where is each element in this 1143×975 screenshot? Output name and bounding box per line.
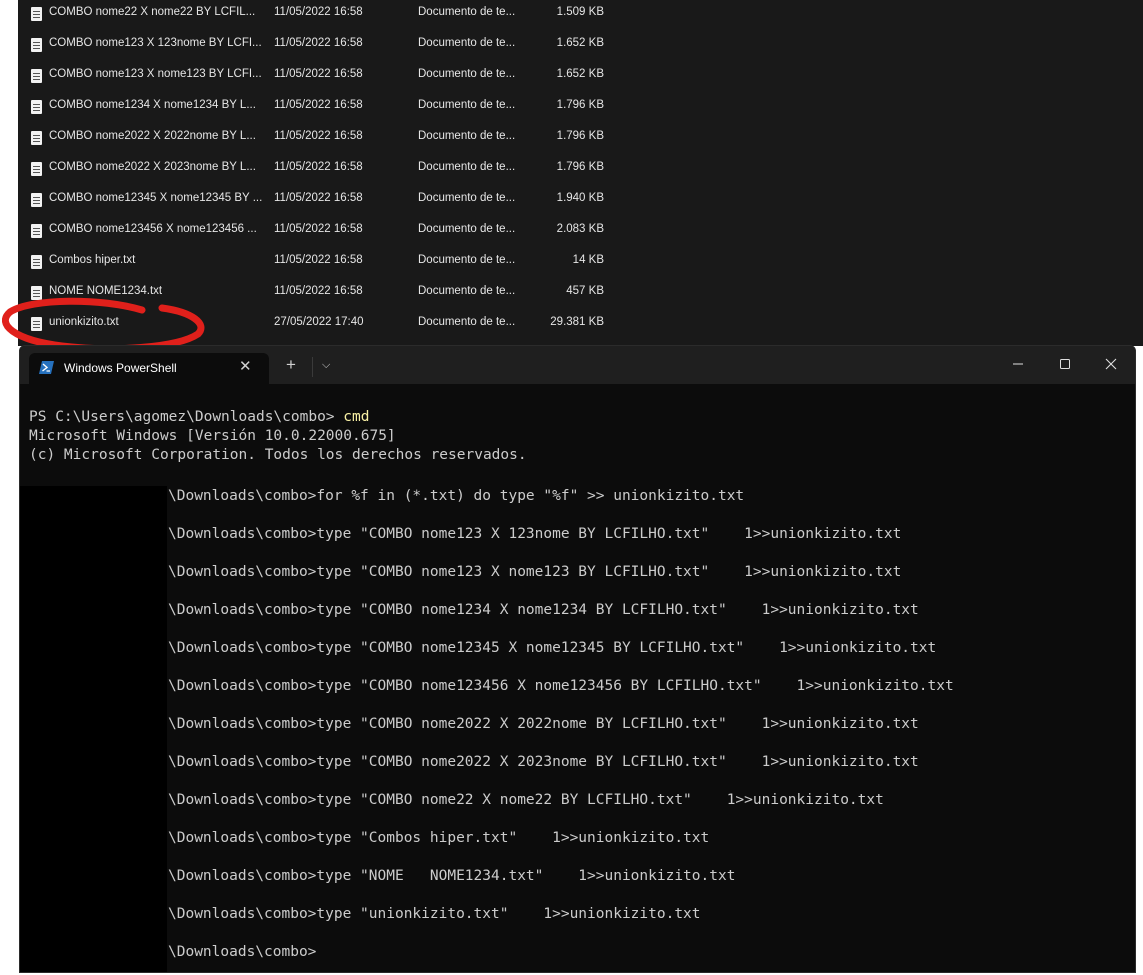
- banner-line-1: Microsoft Windows [Versión 10.0.22000.67…: [29, 428, 396, 444]
- file-name: COMBO nome123 X 123nome BY LCFI...: [49, 37, 262, 49]
- file-size: 1.509 KB: [556, 6, 604, 18]
- file-date: 11/05/2022 16:58: [274, 161, 363, 173]
- file-name: Combos hiper.txt: [49, 254, 136, 266]
- file-date: 11/05/2022 16:58: [274, 130, 363, 142]
- text-file-icon: [31, 317, 42, 331]
- file-size: 1.652 KB: [556, 68, 604, 80]
- maximize-button[interactable]: [1050, 353, 1080, 375]
- file-date: 11/05/2022 16:58: [274, 99, 363, 111]
- redacted-block: [20, 486, 167, 972]
- file-date: 11/05/2022 16:58: [274, 68, 363, 80]
- file-size: 2.083 KB: [556, 223, 604, 235]
- file-row[interactable]: COMBO nome2022 X 2022nome BY L... 11/05/2…: [18, 124, 1143, 155]
- text-file-icon: [31, 38, 42, 52]
- powershell-icon: [39, 361, 54, 374]
- console-line: \Downloads\combo>type "COMBO nome12345 X…: [168, 640, 937, 656]
- file-row[interactable]: COMBO nome22 X nome22 BY LCFIL... 11/05/2…: [18, 0, 1143, 31]
- file-name: COMBO nome1234 X nome1234 BY L...: [49, 99, 256, 111]
- text-file-icon: [31, 69, 42, 83]
- file-type: Documento de te...: [418, 130, 516, 142]
- console-line: \Downloads\combo>for %f in (*.txt) do ty…: [168, 488, 745, 504]
- console-line: \Downloads\combo>: [168, 944, 317, 960]
- first-command: cmd: [343, 409, 370, 425]
- file-name: COMBO nome123456 X nome123456 ...: [49, 223, 257, 235]
- console-line: \Downloads\combo>type "NOME NOME1234.txt…: [168, 868, 736, 884]
- console-line: \Downloads\combo>type "COMBO nome22 X no…: [168, 792, 884, 808]
- console-line: \Downloads\combo>type "COMBO nome2022 X …: [168, 754, 919, 770]
- file-size: 1.796 KB: [556, 161, 604, 173]
- file-row[interactable]: COMBO nome123 X nome123 BY LCFI... 11/05/…: [18, 62, 1143, 93]
- text-file-icon: [31, 255, 42, 269]
- file-row[interactable]: unionkizito.txt 27/05/2022 17:40 Documento…: [18, 310, 1143, 341]
- file-size: 29.381 KB: [550, 316, 604, 328]
- console-line: \Downloads\combo>type "COMBO nome123 X n…: [168, 564, 902, 580]
- file-row[interactable]: Combos hiper.txt 11/05/2022 16:58 Document…: [18, 248, 1143, 279]
- file-date: 11/05/2022 16:58: [274, 223, 363, 235]
- console-line: \Downloads\combo>type "unionkizito.txt" …: [168, 906, 701, 922]
- file-date: 11/05/2022 16:58: [274, 192, 363, 204]
- file-name: unionkizito.txt: [49, 316, 119, 328]
- file-explorer-list: COMBO nome22 X nome22 BY LCFIL... 11/05/2…: [18, 0, 1143, 346]
- file-date: 11/05/2022 16:58: [274, 6, 363, 18]
- file-type: Documento de te...: [418, 285, 516, 297]
- ps-prompt: PS C:\Users\agomez\Downloads\combo>: [29, 409, 344, 425]
- file-size: 1.652 KB: [556, 37, 604, 49]
- tab-title: Windows PowerShell: [64, 361, 177, 375]
- file-size: 1.940 KB: [556, 192, 604, 204]
- file-row[interactable]: COMBO nome123456 X nome123456 ... 11/05/2…: [18, 217, 1143, 248]
- console-line: \Downloads\combo>type "Combos hiper.txt"…: [168, 830, 710, 846]
- text-file-icon: [31, 100, 42, 114]
- console-header-text: PS C:\Users\agomez\Downloads\combo> cmd …: [29, 408, 527, 465]
- close-window-button[interactable]: [1096, 353, 1126, 375]
- file-name: COMBO nome22 X nome22 BY LCFIL...: [49, 6, 256, 18]
- text-file-icon: [31, 224, 42, 238]
- file-date: 11/05/2022 16:58: [274, 254, 363, 266]
- console-line: \Downloads\combo>type "COMBO nome123 X 1…: [168, 526, 902, 542]
- screenshot: COMBO nome22 X nome22 BY LCFIL... 11/05/2…: [0, 0, 1143, 975]
- file-type: Documento de te...: [418, 254, 516, 266]
- file-row[interactable]: NOME NOME1234.txt 11/05/2022 16:58 Documen…: [18, 279, 1143, 310]
- file-row[interactable]: COMBO nome1234 X nome1234 BY L... 11/05/2…: [18, 93, 1143, 124]
- file-date: 27/05/2022 17:40: [274, 316, 364, 328]
- file-type: Documento de te...: [418, 6, 516, 18]
- tab-windows-powershell[interactable]: Windows PowerShell ✕: [29, 353, 269, 384]
- text-file-icon: [31, 162, 42, 176]
- console-line: \Downloads\combo>type "COMBO nome123456 …: [168, 678, 954, 694]
- text-file-icon: [31, 193, 42, 207]
- console-line: \Downloads\combo>type "COMBO nome2022 X …: [168, 716, 919, 732]
- console-line: \Downloads\combo>type "COMBO nome1234 X …: [168, 602, 919, 618]
- file-date: 11/05/2022 16:58: [274, 37, 363, 49]
- file-name: COMBO nome12345 X nome12345 BY ...: [49, 192, 263, 204]
- file-type: Documento de te...: [418, 161, 516, 173]
- terminal-window: Windows PowerShell ✕ + ⌵ PS C:\Users\ago…: [19, 345, 1136, 973]
- file-name: COMBO nome2022 X 2022nome BY L...: [49, 130, 256, 142]
- file-size: 457 KB: [566, 285, 604, 297]
- minimize-button[interactable]: [1003, 353, 1033, 375]
- file-size: 1.796 KB: [556, 130, 604, 142]
- terminal-titlebar: Windows PowerShell ✕ + ⌵: [20, 346, 1135, 384]
- file-type: Documento de te...: [418, 316, 516, 328]
- file-type: Documento de te...: [418, 223, 516, 235]
- file-name: NOME NOME1234.txt: [49, 285, 163, 297]
- file-type: Documento de te...: [418, 99, 516, 111]
- close-tab-icon[interactable]: ✕: [239, 359, 252, 375]
- new-tab-button[interactable]: +: [286, 356, 296, 374]
- file-date: 11/05/2022 16:58: [274, 285, 363, 297]
- file-name: COMBO nome2022 X 2023nome BY L...: [49, 161, 256, 173]
- file-size: 1.796 KB: [556, 99, 604, 111]
- file-type: Documento de te...: [418, 37, 516, 49]
- file-name: COMBO nome123 X nome123 BY LCFI...: [49, 68, 262, 80]
- text-file-icon: [31, 7, 42, 21]
- file-type: Documento de te...: [418, 68, 516, 80]
- file-row[interactable]: COMBO nome123 X 123nome BY LCFI... 11/05/…: [18, 31, 1143, 62]
- file-size: 14 KB: [572, 254, 604, 266]
- tab-separator: [312, 357, 313, 377]
- text-file-icon: [31, 131, 42, 145]
- file-row[interactable]: COMBO nome12345 X nome12345 BY ... 11/05/…: [18, 186, 1143, 217]
- file-type: Documento de te...: [418, 192, 516, 204]
- chevron-down-icon[interactable]: ⌵: [322, 358, 330, 372]
- file-row[interactable]: COMBO nome2022 X 2023nome BY L... 11/05/2…: [18, 155, 1143, 186]
- banner-line-2: (c) Microsoft Corporation. Todos los der…: [29, 447, 527, 463]
- text-file-icon: [31, 286, 42, 300]
